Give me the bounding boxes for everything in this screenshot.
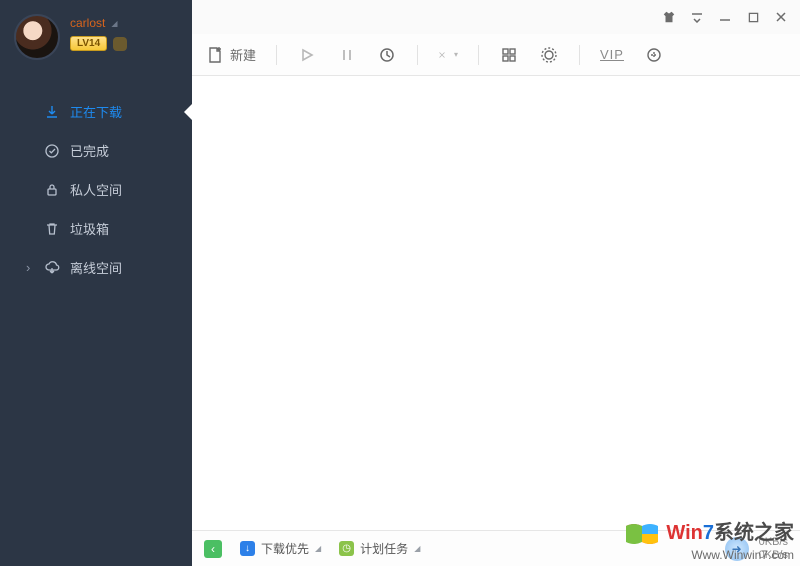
sidebar-item-completed[interactable]: 已完成 [0, 131, 192, 170]
minimize-icon[interactable] [718, 10, 732, 24]
coin-icon[interactable] [113, 37, 127, 51]
sidebar-item-downloading[interactable]: 正在下载 [0, 92, 192, 131]
username-text: carlost [70, 16, 105, 30]
edit-profile-icon[interactable]: ◢ [111, 19, 117, 28]
username[interactable]: carlost ◢ [70, 16, 127, 30]
sidebar-item-trash[interactable]: 垃圾箱 [0, 209, 192, 248]
avatar[interactable] [14, 14, 60, 60]
start-button[interactable] [297, 45, 317, 65]
sidebar-item-label: 离线空间 [70, 258, 122, 277]
separator [579, 45, 580, 65]
sidebar-item-label: 垃圾箱 [70, 219, 109, 238]
restart-button[interactable] [377, 45, 397, 65]
collapse-arrow-icon[interactable]: ‹ [204, 540, 222, 558]
new-task-button[interactable]: 新建 [206, 45, 256, 64]
level-row: LV14 [70, 36, 127, 51]
maximize-icon[interactable] [746, 10, 760, 24]
download-list-area [192, 76, 800, 530]
schedule-label: 计划任务 [360, 540, 408, 557]
sidebar-item-label: 已完成 [70, 141, 109, 160]
profile-area[interactable]: carlost ◢ LV14 [0, 0, 192, 68]
level-badge[interactable]: LV14 [70, 36, 107, 51]
close-icon[interactable] [774, 10, 788, 24]
pause-button[interactable] [337, 45, 357, 65]
window-controls [192, 0, 800, 34]
new-task-label: 新建 [230, 45, 256, 64]
skin-icon[interactable] [662, 10, 676, 24]
share-button[interactable] [644, 45, 664, 65]
scheduled-task-button[interactable]: ◷ 计划任务 ◢ [339, 540, 420, 557]
menu-dropdown-icon[interactable] [690, 10, 704, 24]
toolbar: 新建 ▾ VIP [192, 34, 800, 76]
sidebar: carlost ◢ LV14 正在下载 已完成 私人空间 [0, 0, 192, 566]
chevron-down-icon: ▾ [454, 50, 458, 59]
delete-button[interactable]: ▾ [438, 45, 458, 65]
nav: 正在下载 已完成 私人空间 垃圾箱 离线空间 [0, 92, 192, 287]
vip-label: VIP [600, 47, 624, 62]
sidebar-item-offline[interactable]: 离线空间 [0, 248, 192, 287]
statusbar: ‹ ↓ 下载优先 ◢ ◷ 计划任务 ◢ ➜ 0KB/s 0KB/s [192, 530, 800, 566]
schedule-badge-icon: ◷ [339, 541, 354, 556]
cloud-download-icon [44, 260, 60, 276]
qrcode-button[interactable] [499, 45, 519, 65]
download-badge-icon: ↓ [240, 541, 255, 556]
separator [478, 45, 479, 65]
sidebar-item-label: 私人空间 [70, 180, 122, 199]
trash-icon [44, 221, 60, 237]
chevron-down-icon: ◢ [414, 544, 420, 553]
vip-button[interactable]: VIP [600, 47, 624, 62]
up-speed: 0KB/s [759, 549, 788, 561]
speed-indicator[interactable]: ➜ 0KB/s 0KB/s [725, 536, 788, 560]
download-icon [44, 104, 60, 120]
settings-button[interactable] [539, 45, 559, 65]
priority-label: 下载优先 [261, 540, 309, 557]
profile-info: carlost ◢ LV14 [70, 14, 127, 51]
separator [276, 45, 277, 65]
sidebar-item-label: 正在下载 [70, 102, 122, 121]
check-circle-icon [44, 143, 60, 159]
separator [417, 45, 418, 65]
lock-icon [44, 182, 60, 198]
sidebar-item-private[interactable]: 私人空间 [0, 170, 192, 209]
speed-dial-icon: ➜ [725, 537, 749, 561]
download-priority-button[interactable]: ↓ 下载优先 ◢ [240, 540, 321, 557]
down-speed: 0KB/s [759, 536, 788, 548]
chevron-down-icon: ◢ [315, 544, 321, 553]
